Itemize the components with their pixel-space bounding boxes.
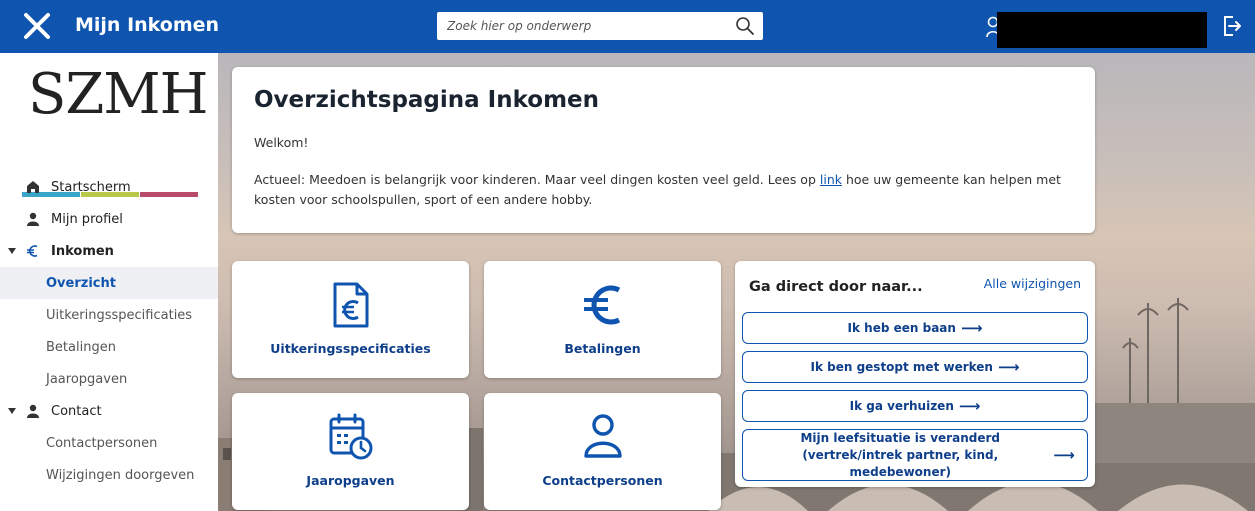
sidebar-item-uitkeringsspecificaties[interactable]: Uitkeringsspecificaties [0,299,218,331]
sidebar-item-label: Mijn profiel [51,211,123,227]
sidebar-item-contactpersonen[interactable]: Contactpersonen [0,427,218,459]
welcome-text: Welkom! [254,135,309,150]
button-label: Mijn leefsituatie is veranderd (vertrek/… [800,430,1000,479]
news-text: Actueel: Meedoen is belangrijk voor kind… [254,170,1073,210]
living-situation-button[interactable]: Mijn leefsituatie is veranderd (vertrek/… [742,429,1088,481]
sidebar-item-label: Inkomen [51,243,114,259]
sidebar-item-jaaropgaven[interactable]: Jaaropgaven [0,363,218,395]
job-button[interactable]: Ik heb een baan ⟶ [742,312,1088,344]
sidebar-item-betalingen[interactable]: Betalingen [0,331,218,363]
tile-label: Contactpersonen [542,473,663,488]
calendar-clock-icon [329,413,372,460]
sidebar-item-label: Uitkeringsspecificaties [46,307,193,323]
caret-down-icon[interactable] [8,408,16,414]
app-title: Mijn Inkomen [75,14,220,36]
person-icon [27,212,39,226]
caret-down-icon[interactable] [8,248,16,254]
tile-label: Uitkeringsspecificaties [270,341,431,356]
euro-icon [583,285,620,325]
sidebar-item-label: Contact [51,403,102,419]
tile-jaaropgaven[interactable]: Jaaropgaven [232,393,469,510]
news-text-part: Actueel: Meedoen is belangrijk voor kind… [254,172,820,187]
tile-label: Betalingen [564,341,641,356]
person-icon [583,414,622,458]
euro-document-icon [333,282,368,328]
tile-contactpersonen[interactable]: Contactpersonen [484,393,721,510]
search-box [437,12,763,40]
top-bar: Mijn Inkomen [0,0,1255,53]
button-label: Ik heb een baan [847,321,956,335]
sidebar-item-startscherm[interactable]: Startscherm [0,171,218,203]
sidebar-item-label: Betalingen [46,339,116,355]
quick-links-card: Ga direct door naar... Alle wijzigingen … [735,261,1095,487]
arrow-right-icon: ⟶ [960,319,983,337]
all-changes-link[interactable]: Alle wijzigingen [984,276,1081,291]
stopped-working-button[interactable]: Ik ben gestopt met werken ⟶ [742,351,1088,383]
close-icon[interactable] [22,11,52,41]
button-label: Ik ben gestopt met werken [810,360,993,374]
sidebar-item-label: Startscherm [51,179,131,195]
tile-betalingen[interactable]: Betalingen [484,261,721,378]
redacted-username [997,12,1207,48]
logout-icon[interactable] [1222,15,1242,37]
quick-links-title: Ga direct door naar... [749,279,923,295]
sidebar-item-label: Contactpersonen [46,435,158,451]
arrow-right-icon: ⟶ [1053,446,1075,464]
arrow-right-icon: ⟶ [997,358,1020,376]
intro-card: Overzichtspagina Inkomen Welkom! Actueel… [232,67,1095,233]
euro-icon [27,245,38,257]
page-title: Overzichtspagina Inkomen [254,87,600,113]
sidebar-item-mijn-profiel[interactable]: Mijn profiel [0,203,218,235]
person-icon [27,404,39,418]
sidebar: SZMH Startscherm Mijn profiel Inkomen Ov… [0,53,218,511]
search-input[interactable] [437,12,727,40]
news-link[interactable]: link [820,172,842,187]
sidebar-item-inkomen[interactable]: Inkomen [0,235,218,267]
sidebar-item-label: Overzicht [46,275,116,291]
sidebar-item-wijzigingen-doorgeven[interactable]: Wijzigingen doorgeven [0,459,218,491]
search-icon[interactable] [735,16,755,36]
sidebar-item-label: Jaaropgaven [46,371,128,387]
sidebar-item-contact[interactable]: Contact [0,395,218,427]
szmh-logo[interactable]: SZMH [28,67,208,123]
tile-label: Jaaropgaven [306,473,395,488]
moving-button[interactable]: Ik ga verhuizen ⟶ [742,390,1088,422]
sidebar-item-label: Wijzigingen doorgeven [46,467,195,483]
tile-uitkeringsspecificaties[interactable]: Uitkeringsspecificaties [232,261,469,378]
arrow-right-icon: ⟶ [958,397,981,415]
button-label: Ik ga verhuizen [849,399,954,413]
home-icon [27,181,39,193]
sidebar-item-overzicht[interactable]: Overzicht [0,267,218,299]
